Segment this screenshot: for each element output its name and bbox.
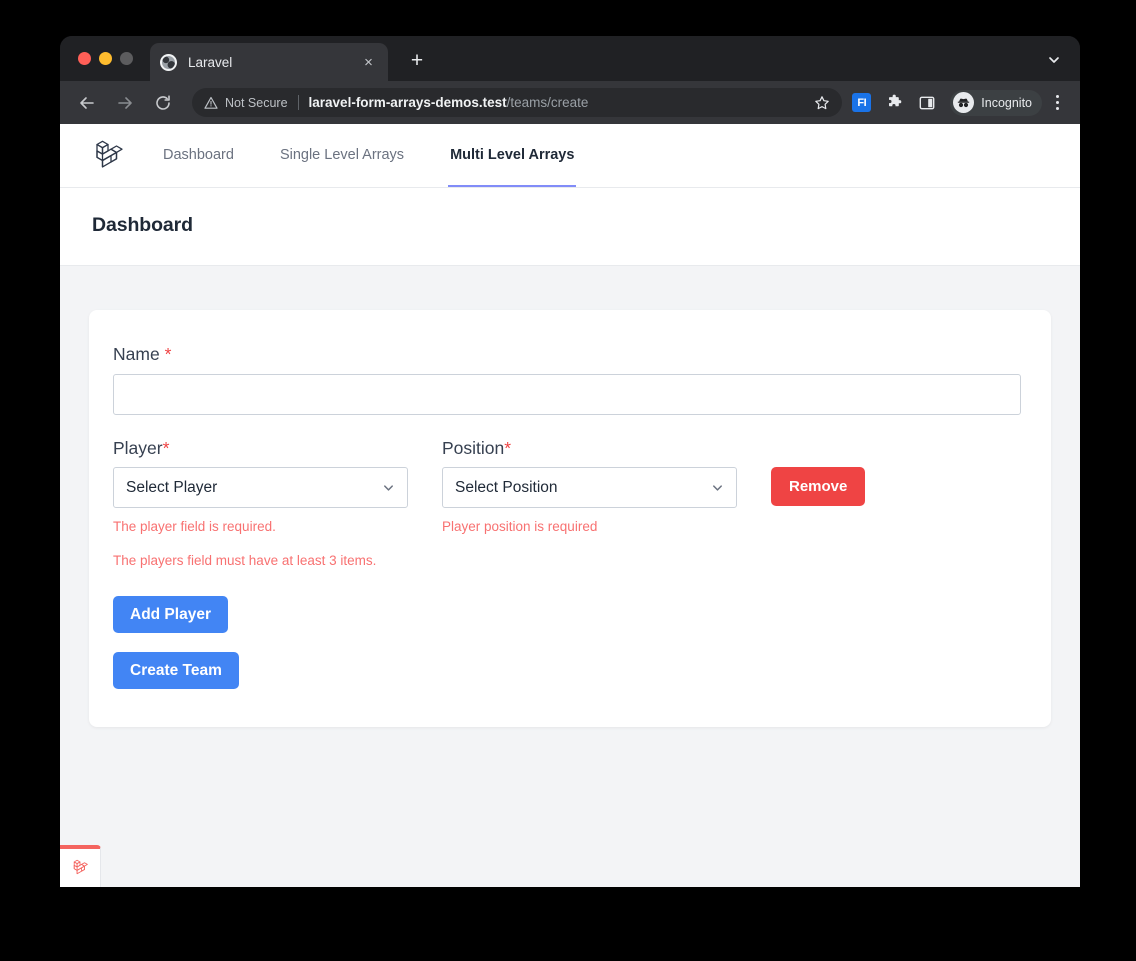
laravel-debugbar-tab[interactable] [60,845,101,887]
window-traffic-lights [78,52,133,65]
chevron-down-icon [381,480,396,495]
chevron-down-icon [710,480,725,495]
address-bar[interactable]: Not Secure laravel-form-arrays-demos.tes… [192,88,843,117]
page-header: Dashboard [60,188,1080,266]
address-bar-url: laravel-form-arrays-demos.test/teams/cre… [309,95,807,110]
laravel-debugbar-logo [73,859,88,875]
team-form-card: Name * Player* Select Player Position* S… [89,310,1051,727]
required-asterisk: * [162,438,170,458]
browser-tab-strip: Laravel × + [60,36,1080,81]
players-array-error-message: The players field must have at least 3 i… [113,553,377,568]
add-player-button[interactable]: Add Player [113,596,228,633]
star-icon[interactable] [814,95,830,111]
omnibox-divider [297,95,299,110]
field-errors-row: The player field is required. Player pos… [113,519,1024,534]
window-close-button[interactable] [78,52,91,65]
create-team-button[interactable]: Create Team [113,652,239,689]
position-label: Position* [442,438,737,459]
page-title: Dashboard [92,214,193,236]
app-nav-links: Dashboard Single Level Arrays Multi Leve… [161,124,618,187]
position-label-text: Position [442,438,505,458]
chevron-down-icon[interactable] [1046,52,1062,68]
position-select-value: Select Position [455,478,558,496]
back-icon[interactable] [74,90,100,116]
name-input[interactable] [113,374,1021,415]
forward-icon[interactable] [112,90,138,116]
browser-tab[interactable]: Laravel × [150,43,388,81]
browser-tab-title: Laravel [188,54,233,70]
page-content: Name * Player* Select Player Position* S… [60,266,1080,727]
remove-player-button[interactable]: Remove [771,467,866,506]
player-select[interactable]: Select Player [113,467,408,508]
window-minimize-button[interactable] [99,52,112,65]
nav-item-single-level-arrays[interactable]: Single Level Arrays [278,124,406,187]
extension-badge-fi[interactable]: FI [852,93,872,112]
player-label: Player* [113,438,408,459]
browser-toolbar: Not Secure laravel-form-arrays-demos.tes… [60,81,1080,124]
reload-icon[interactable] [150,90,176,116]
position-select[interactable]: Select Position [442,467,737,508]
position-error-message: Player position is required [442,519,598,534]
url-domain: laravel-form-arrays-demos.test [308,95,507,110]
incognito-label: Incognito [981,95,1032,110]
player-select-value: Select Player [126,478,218,496]
player-label-text: Player [113,438,163,458]
url-path: /teams/create [506,95,589,110]
player-field-group: Player* Select Player [113,438,408,508]
position-field-group: Position* Select Position [442,438,737,508]
name-label-text: Name [113,344,160,364]
incognito-indicator[interactable]: Incognito [950,89,1042,116]
nav-item-multi-level-arrays[interactable]: Multi Level Arrays [448,124,577,187]
incognito-spy-icon [953,92,975,113]
kebab-menu-icon[interactable] [1048,95,1066,110]
required-asterisk: * [164,344,172,364]
screen-frame: Laravel × + Not Secure laravel-form-arra… [0,0,1136,961]
name-label: Name * [113,344,1024,365]
laravel-logo[interactable] [89,124,127,187]
player-row: Player* Select Player Position* Select P… [113,438,1024,508]
new-tab-button[interactable]: + [405,50,429,74]
side-panel-icon[interactable] [917,93,937,113]
page-viewport: Dashboard Single Level Arrays Multi Leve… [60,124,1080,887]
browser-window: Laravel × + Not Secure laravel-form-arra… [60,36,1080,887]
window-maximize-button[interactable] [120,52,133,65]
form-actions: Add Player Create Team [113,596,1024,689]
warning-triangle-icon [204,96,218,110]
globe-icon [160,53,177,71]
player-error-message: The player field is required. [113,519,276,534]
required-asterisk: * [504,438,512,458]
toolbar-right-cluster: FI Incognito [852,89,1066,116]
nav-item-dashboard[interactable]: Dashboard [161,124,236,187]
extensions-puzzle-icon[interactable] [884,93,904,113]
app-navbar: Dashboard Single Level Arrays Multi Leve… [60,124,1080,188]
security-status-label: Not Secure [225,95,288,110]
close-icon[interactable]: × [359,53,378,72]
